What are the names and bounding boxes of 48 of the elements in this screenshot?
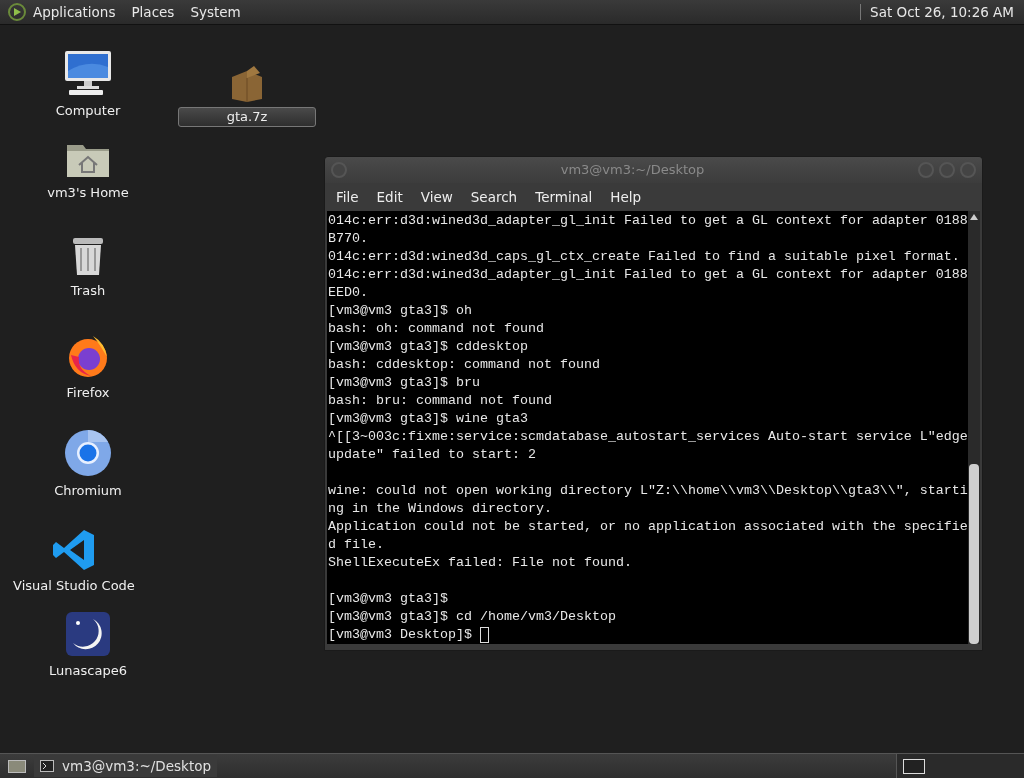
terminal-line: Application could not be started, or no application associated with the specifie <box>328 518 968 536</box>
show-desktop-icon[interactable] <box>6 757 28 775</box>
terminal-line: B770. <box>328 230 369 248</box>
panel-menu[interactable]: Places <box>130 1 176 23</box>
scrollbar-thumb[interactable] <box>969 464 979 644</box>
terminal-line: [vm3@vm3 gta3]$ wine gta3 <box>328 410 529 428</box>
workspace-thumbnail[interactable] <box>903 758 925 774</box>
terminal-line: ^[[3~003c:fixme:service:scmdatabase_autostart_services Auto-start service L"edge <box>328 428 968 446</box>
terminal-line: 014c:err:d3d:wined3d_adapter_gl_init Failed to get a GL context for adapter 0188 <box>328 266 968 284</box>
icon-label[interactable]: Computer <box>55 101 121 121</box>
terminal-line: [vm3@vm3 gta3]$ cddesktop <box>328 338 529 356</box>
menu-item[interactable]: Search <box>461 186 527 208</box>
menu-item[interactable]: Terminal <box>526 186 602 208</box>
terminal-line: ng in the Windows directory. <box>328 500 553 518</box>
terminal-line: bash: cddesktop: command not found <box>328 356 601 374</box>
terminal-line: [vm3@vm3 gta3]$ <box>328 590 449 608</box>
icon-label[interactable]: Chromium <box>54 481 122 501</box>
terminal-line: bash: bru: command not found <box>328 392 553 410</box>
icon-label[interactable]: Lunascape6 <box>49 661 127 681</box>
terminal-line: 014c:err:d3d:wined3d_caps_gl_ctx_create Failed to find a suitable pixel format. <box>328 248 961 266</box>
terminal-line: [vm3@vm3 gta3]$ oh <box>328 302 473 320</box>
menu-item[interactable]: File <box>327 186 368 208</box>
terminal-line: [vm3@vm3 Desktop]$ <box>328 626 473 644</box>
terminal-line: EED0. <box>328 284 369 302</box>
terminal-line: wine: could not open working directory L"Z:\\home\\vm3\\Desktop\\gta3\\", starti <box>328 482 968 500</box>
terminal-line: ShellExecuteEx failed: File not found. <box>328 554 633 572</box>
menu-item[interactable]: View <box>411 186 462 208</box>
icon-label[interactable]: Visual Studio Code <box>13 576 135 596</box>
panel-menu[interactable]: Applications <box>32 1 117 23</box>
menu-item[interactable]: Edit <box>367 186 412 208</box>
terminal-line: [vm3@vm3 gta3]$ bru <box>328 374 481 392</box>
terminal-line: bash: oh: command not found <box>328 320 545 338</box>
menu-item[interactable]: Help <box>601 186 651 208</box>
window-title: vm3@vm3:~/Desktop <box>559 161 706 180</box>
clock[interactable]: Sat Oct 26, 10:26 AM <box>870 1 1014 23</box>
terminal-line: update" failed to start: 2 <box>328 446 537 464</box>
icon-label[interactable]: Firefox <box>66 383 110 403</box>
workspace-switcher[interactable] <box>896 753 1024 778</box>
rename-field[interactable]: gta.7z <box>178 107 316 127</box>
icon-label[interactable]: vm3's Home <box>47 183 129 203</box>
system-logo-icon[interactable] <box>8 3 26 21</box>
icon-label[interactable]: Trash <box>70 281 106 301</box>
scrollbar[interactable] <box>968 211 980 644</box>
terminal-line: 014c:err:d3d:wined3d_adapter_gl_init Failed to get a GL context for adapter 0188 <box>328 212 968 230</box>
terminal-line: d file. <box>328 536 385 554</box>
terminal-line: [vm3@vm3 gta3]$ cd /home/vm3/Desktop <box>328 608 617 626</box>
panel-menu[interactable]: System <box>189 1 242 23</box>
terminal-icon <box>40 760 54 772</box>
